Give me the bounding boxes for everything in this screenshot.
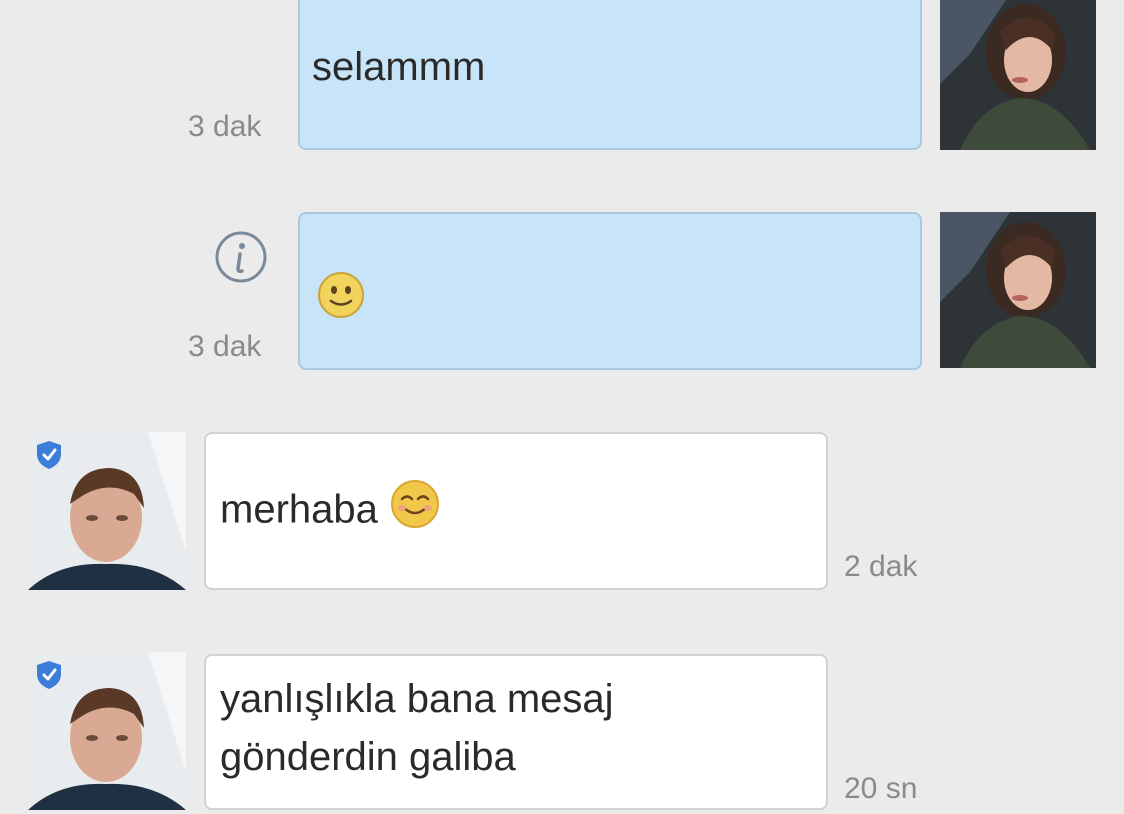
female-user-avatar[interactable]	[940, 212, 1096, 368]
message-bubble[interactable]: yanlışlıkla bana mesaj gönderdin galiba	[204, 654, 828, 810]
message-outgoing: 3 dak selammm	[0, 0, 1124, 160]
slightly-smiling-face-emoji	[316, 270, 366, 325]
message-timestamp: 2 dak	[844, 550, 918, 583]
smiling-face-emoji	[389, 478, 441, 546]
message-timestamp: 3 dak	[188, 110, 262, 143]
message-incoming: yanlışlıkla bana mesaj gönderdin galiba …	[0, 640, 1124, 814]
message-bubble[interactable]: merhaba	[204, 432, 828, 590]
chat-thread[interactable]: 3 dak selammm 3 dak merhaba 2 dak yanlış…	[0, 0, 1124, 814]
verified-shield-icon	[36, 440, 62, 470]
message-timestamp: 3 dak	[188, 330, 262, 363]
message-text-line: gönderdin galiba	[220, 735, 516, 779]
message-bubble[interactable]: selammm	[298, 0, 922, 150]
message-text: merhaba	[220, 478, 441, 546]
message-text-content: merhaba	[220, 487, 378, 532]
message-text-line: yanlışlıkla bana mesaj	[220, 677, 614, 721]
message-timestamp: 20 sn	[844, 772, 918, 805]
female-user-avatar[interactable]	[940, 0, 1096, 150]
message-incoming: merhaba 2 dak	[0, 420, 1124, 600]
info-icon[interactable]	[214, 230, 268, 284]
message-text: selammm	[312, 45, 486, 89]
message-bubble[interactable]	[298, 212, 922, 370]
verified-shield-icon	[36, 660, 62, 690]
message-outgoing: 3 dak	[0, 200, 1124, 380]
